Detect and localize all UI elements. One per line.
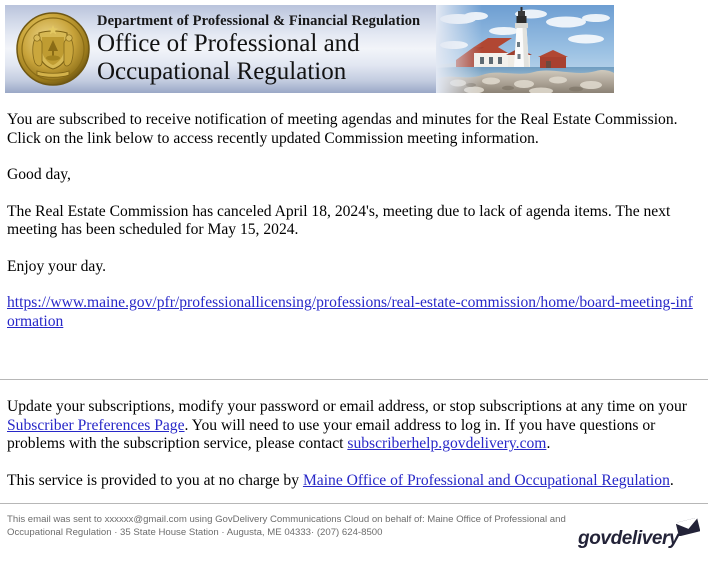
email-footer: This email was sent to xxxxxx@gmail.com … <box>0 504 708 561</box>
maine-office-link[interactable]: Maine Office of Professional and Occupat… <box>303 472 670 489</box>
department-line: Department of Professional & Financial R… <box>97 13 421 29</box>
footer-line-2: Occupational Regulation · 35 State House… <box>7 527 383 538</box>
office-line-1: Office of Professional and <box>97 30 360 57</box>
no-charge-text-1: This service is provided to you at no ch… <box>7 471 303 489</box>
subscriber-help-email-link[interactable]: subscriberhelp.govdelivery.com <box>347 435 546 452</box>
subscription-text-1: Update your subscriptions, modify your p… <box>7 398 687 415</box>
govdelivery-logo: govdelivery <box>578 517 701 552</box>
no-charge-paragraph: This service is provided to you at no ch… <box>7 472 700 491</box>
banner-title-block: Department of Professional & Financial R… <box>97 13 497 85</box>
board-meeting-information-link[interactable]: https://www.maine.gov/pfr/professionalli… <box>7 294 693 330</box>
envelope-icon <box>675 517 701 541</box>
email-header-banner: Department of Professional & Financial R… <box>5 5 614 93</box>
email-body: You are subscribed to receive notificati… <box>0 93 708 331</box>
intro-paragraph: You are subscribed to receive notificati… <box>7 111 678 147</box>
meeting-link-paragraph: https://www.maine.gov/pfr/professionalli… <box>7 294 700 331</box>
footer-address-text: This email was sent to xxxxxx@gmail.com … <box>7 513 587 539</box>
announcement-paragraph: The Real Estate Commission has canceled … <box>7 202 671 239</box>
subscription-text-3: . <box>546 435 551 452</box>
office-line-2: Occupational Regulation <box>97 58 347 85</box>
closing-paragraph: Enjoy your day. <box>7 257 107 275</box>
subscription-paragraph: Update your subscriptions, modify your p… <box>7 398 700 454</box>
greeting-paragraph: Good day, <box>7 166 71 183</box>
subscriber-preferences-page-link[interactable]: Subscriber Preferences Page <box>7 417 185 434</box>
footer-line-1: This email was sent to xxxxxx@gmail.com … <box>7 514 566 525</box>
govdelivery-wordmark: govdelivery <box>578 528 680 549</box>
maine-state-seal-icon <box>15 11 91 87</box>
subscription-section: Update your subscriptions, modify your p… <box>0 380 708 490</box>
no-charge-text-2: . <box>669 471 674 489</box>
